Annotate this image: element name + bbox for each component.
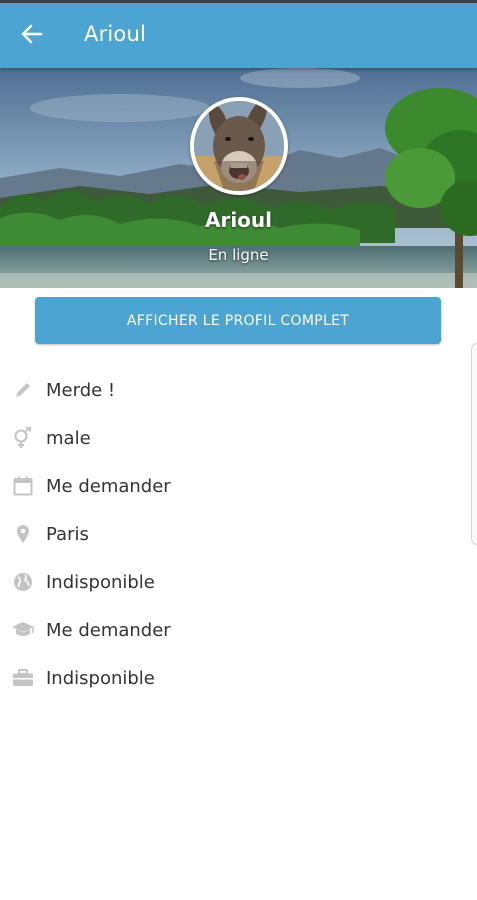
donkey-photo (194, 101, 284, 191)
info-row-country: Indisponible (0, 558, 477, 606)
info-value: Merde ! (46, 379, 116, 401)
page-title: Arioul (84, 22, 147, 46)
status-bar-strip (0, 0, 477, 3)
location-pin-icon (17, 525, 29, 543)
calendar-icon (13, 476, 33, 496)
info-row-education: Me demander (0, 606, 477, 654)
profile-info-list: Merde ! male Me demander Paris Indisponi… (0, 366, 477, 702)
online-status: En ligne (208, 246, 269, 264)
arrow-left-icon (21, 24, 43, 44)
pencil-icon (16, 383, 30, 397)
info-value: male (46, 427, 91, 449)
info-value: Indisponible (46, 667, 155, 689)
globe-icon (14, 573, 32, 591)
profile-name: Arioul (204, 208, 273, 232)
info-value: Me demander (46, 475, 171, 497)
info-value: Indisponible (46, 571, 155, 593)
profile-screen: Arioul Arioul En ligne AFFICHER LE PROFI… (0, 0, 477, 900)
info-row-work: Indisponible (0, 654, 477, 702)
profile-header: Arioul En ligne (0, 68, 477, 288)
app-bar: Arioul (0, 0, 477, 68)
gender-icon (14, 427, 31, 448)
avatar[interactable] (190, 97, 288, 195)
info-row-birthday: Me demander (0, 462, 477, 510)
info-row-mood: Merde ! (0, 366, 477, 414)
back-button[interactable] (0, 0, 64, 68)
info-value: Paris (46, 523, 89, 545)
show-full-profile-button[interactable]: AFFICHER LE PROFIL COMPLET (35, 297, 441, 344)
info-row-gender: male (0, 414, 477, 462)
info-row-location: Paris (0, 510, 477, 558)
info-value: Me demander (46, 619, 171, 641)
briefcase-icon (13, 669, 33, 686)
graduation-cap-icon (12, 622, 34, 636)
